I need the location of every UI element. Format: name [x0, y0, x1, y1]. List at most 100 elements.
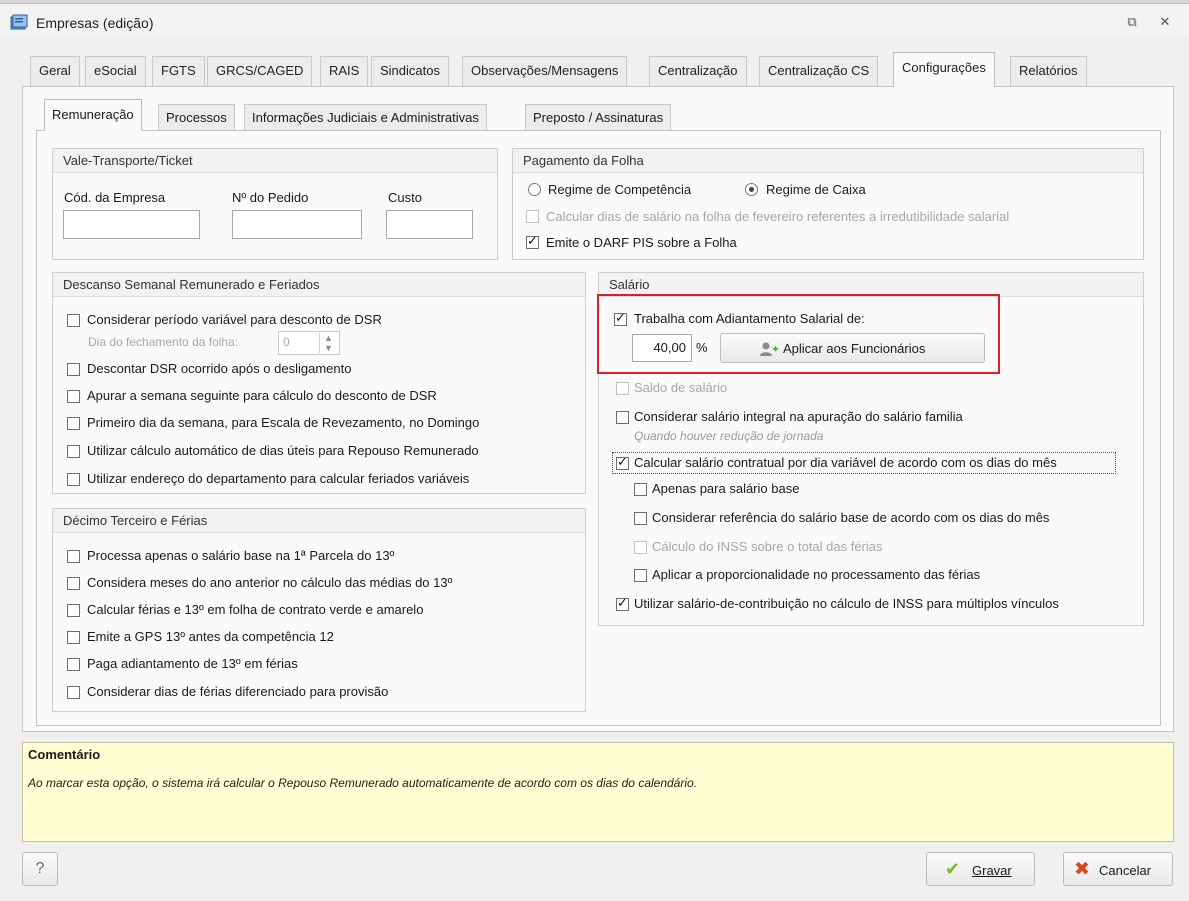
apurar-semana-label: Apurar a semana seguinte para cálculo do… [87, 388, 437, 403]
aplicar-funcionarios-label: Aplicar aos Funcionários [783, 341, 926, 356]
referencia-base-label: Considerar referência do salário base de… [652, 510, 1050, 525]
cod-empresa-label: Cód. da Empresa [64, 190, 166, 205]
primeiro-dia-checkbox[interactable] [67, 417, 80, 430]
check-icon: ✔ [945, 859, 961, 880]
adiantamento-label: Trabalha com Adiantamento Salarial de: [634, 311, 865, 326]
tab-esocial[interactable]: eSocial [85, 56, 146, 86]
numero-pedido-input[interactable] [232, 210, 362, 239]
darf-pis-checkbox[interactable] [526, 234, 539, 249]
tab-fgts[interactable]: FGTS [152, 56, 205, 86]
tab-geral[interactable]: Geral [30, 56, 80, 86]
tab-grcs-caged[interactable]: GRCS/CAGED [207, 56, 313, 86]
tab-configuracoes[interactable]: Configurações [893, 52, 995, 87]
custo-label: Custo [388, 190, 422, 205]
descontar-dsr-label: Descontar DSR ocorrido após o desligamen… [87, 361, 352, 376]
saldo-salario-checkbox[interactable] [616, 382, 629, 395]
considera-meses-label: Considera meses do ano anterior no cálcu… [87, 575, 453, 590]
title-bar: Empresas (edição) ⧉ ✕ [0, 4, 1189, 36]
regime-caixa-radio[interactable] [745, 183, 758, 196]
regime-competencia-label: Regime de Competência [548, 182, 692, 197]
integral-note: Quando houver redução de jornada [634, 429, 824, 443]
salario-contratual-checkbox[interactable] [616, 455, 629, 470]
dia-fechamento-spinner[interactable]: 0 ▲ ▼ [278, 331, 340, 355]
calcular-ferias-checkbox[interactable] [67, 604, 80, 617]
referencia-base-checkbox[interactable] [634, 512, 647, 525]
help-button[interactable]: ? [22, 852, 58, 886]
dsr-group-title: Descanso Semanal Remunerado e Feriados [53, 273, 585, 297]
primeiro-dia-label: Primeiro dia da semana, para Escala de R… [87, 415, 480, 430]
calculo-automatico-label: Utilizar cálculo automático de dias útei… [87, 443, 479, 458]
adiantamento-checkbox[interactable] [614, 311, 627, 326]
emite-gps-checkbox[interactable] [67, 631, 80, 644]
proporcionalidade-checkbox[interactable] [634, 569, 647, 582]
percent-sign: % [696, 340, 708, 355]
subtab-preposto[interactable]: Preposto / Assinaturas [525, 104, 672, 130]
inss-ferias-checkbox[interactable] [634, 541, 647, 554]
paga-adiantamento-label: Paga adiantamento de 13º em férias [87, 656, 298, 671]
periodo-variavel-label: Considerar período variável para descont… [87, 312, 382, 327]
vale-group-title: Vale-Transporte/Ticket [53, 149, 497, 173]
dsr-group: Descanso Semanal Remunerado e Feriados [52, 272, 586, 494]
pagamento-group-title: Pagamento da Folha [513, 149, 1143, 173]
numero-pedido-label: Nº do Pedido [232, 190, 309, 205]
comment-panel: Comentário Ao marcar esta opção, o siste… [22, 742, 1174, 842]
tab-relatorios[interactable]: Relatórios [1010, 56, 1087, 86]
tab-observacoes[interactable]: Observações/Mensagens [462, 56, 628, 86]
cancelar-label: Cancelar [1099, 863, 1152, 878]
tab-rais[interactable]: RAIS [320, 56, 369, 86]
endereco-departamento-label: Utilizar endereço do departamento para c… [87, 471, 470, 486]
salario-contribuicao-label: Utilizar salário-de-contribuição no cálc… [634, 596, 1059, 611]
comment-text: Ao marcar esta opção, o sistema irá calc… [28, 776, 698, 790]
inss-ferias-label: Cálculo do INSS sobre o total das férias [652, 539, 883, 554]
processa-base-label: Processa apenas o salário base na 1ª Par… [87, 548, 395, 563]
darf-pis-label: Emite o DARF PIS sobre a Folha [546, 235, 737, 250]
apenas-base-label: Apenas para salário base [652, 481, 800, 496]
regime-caixa-label: Regime de Caixa [766, 182, 866, 197]
tab-centralizacao-cs[interactable]: Centralização CS [759, 56, 879, 86]
salario-contratual-label: Calcular salário contratual por dia vari… [634, 455, 1057, 470]
endereco-departamento-checkbox[interactable] [67, 473, 80, 486]
add-user-icon [760, 342, 778, 356]
salario-integral-label: Considerar salário integral na apuração … [634, 409, 963, 424]
subtab-informacoes-judiciais[interactable]: Informações Judiciais e Administrativas [244, 104, 487, 130]
custo-input[interactable] [386, 210, 473, 239]
adiantamento-percent-input[interactable]: 40,00 [632, 334, 692, 362]
descontar-dsr-checkbox[interactable] [67, 363, 80, 376]
irredutibilidade-label: Calcular dias de salário na folha de fev… [546, 209, 1010, 224]
considerar-dias-ferias-checkbox[interactable] [67, 686, 80, 699]
tab-centralizacao[interactable]: Centralização [649, 56, 747, 86]
periodo-variavel-checkbox[interactable] [67, 314, 80, 327]
salario-integral-checkbox[interactable] [616, 411, 629, 424]
processa-base-checkbox[interactable] [67, 550, 80, 563]
considera-meses-checkbox[interactable] [67, 577, 80, 590]
irredutibilidade-checkbox[interactable] [526, 210, 539, 223]
apenas-base-checkbox[interactable] [634, 483, 647, 496]
salario-contribuicao-checkbox[interactable] [616, 596, 629, 611]
app-icon [10, 14, 28, 30]
dia-fechamento-label: Dia do fechamento da folha: [88, 335, 239, 349]
apurar-semana-checkbox[interactable] [67, 390, 80, 403]
paga-adiantamento-checkbox[interactable] [67, 658, 80, 671]
regime-competencia-radio[interactable] [528, 183, 541, 196]
aplicar-funcionarios-button[interactable]: Aplicar aos Funcionários [720, 333, 985, 363]
tab-sindicatos[interactable]: Sindicatos [371, 56, 449, 86]
calcular-ferias-label: Calcular férias e 13º em folha de contra… [87, 602, 424, 617]
emite-gps-label: Emite a GPS 13º antes da competência 12 [87, 629, 334, 644]
gravar-button[interactable]: ✔ Gravar [926, 852, 1035, 886]
cancel-x-icon: ✖ [1074, 858, 1090, 880]
subtab-remuneracao[interactable]: Remuneração [44, 99, 142, 131]
proporcionalidade-label: Aplicar a proporcionalidade no processam… [652, 567, 981, 582]
calculo-automatico-checkbox[interactable] [67, 445, 80, 458]
decimo-group-title: Décimo Terceiro e Férias [53, 509, 585, 533]
window-title: Empresas (edição) [36, 15, 154, 31]
cancelar-button[interactable]: ✖ Cancelar [1063, 852, 1173, 886]
saldo-salario-label: Saldo de salário [634, 380, 728, 395]
comment-title: Comentário [28, 747, 101, 762]
subtab-processos[interactable]: Processos [158, 104, 235, 130]
spinner-arrows-icon[interactable]: ▲ ▼ [319, 333, 337, 353]
gravar-label: Gravar [972, 863, 1012, 878]
cod-empresa-input[interactable] [63, 210, 200, 239]
dia-fechamento-value: 0 [283, 335, 290, 349]
close-icon[interactable]: ✕ [1155, 13, 1175, 31]
restore-icon[interactable]: ⧉ [1122, 13, 1142, 31]
